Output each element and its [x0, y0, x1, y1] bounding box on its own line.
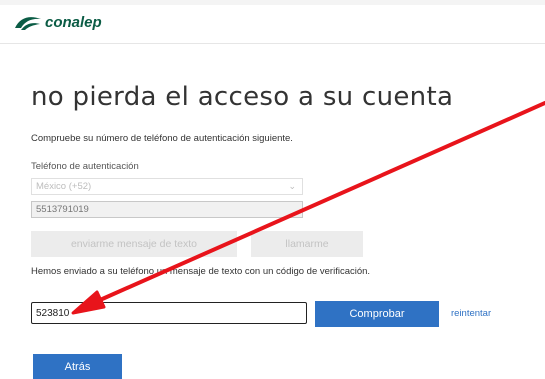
phone-number-input[interactable] [31, 201, 303, 218]
intro-text: Compruebe su número de teléfono de auten… [31, 133, 293, 144]
logo-text: conalep [45, 14, 102, 31]
conalep-swoosh-icon [15, 17, 41, 30]
conalep-logo: conalep [14, 14, 102, 31]
call-me-button[interactable]: llamarme [251, 231, 363, 257]
page-title: no pierda el acceso a su cuenta [31, 82, 454, 112]
send-text-button[interactable]: enviarme mensaje de texto [31, 231, 237, 257]
chevron-down-icon: ⌄ [288, 181, 296, 191]
country-code-select[interactable]: México (+52) ⌄ [31, 178, 303, 195]
retry-link[interactable]: reintentar [451, 308, 491, 319]
country-select-value: México (+52) [36, 181, 92, 192]
verify-button[interactable]: Comprobar [315, 301, 439, 327]
header: conalep [0, 5, 545, 44]
phone-label: Teléfono de autenticación [31, 161, 139, 172]
sent-message: Hemos enviado a su teléfono un mensaje d… [31, 266, 371, 277]
back-button[interactable]: Atrás [33, 354, 122, 379]
verification-code-input[interactable] [31, 302, 307, 324]
